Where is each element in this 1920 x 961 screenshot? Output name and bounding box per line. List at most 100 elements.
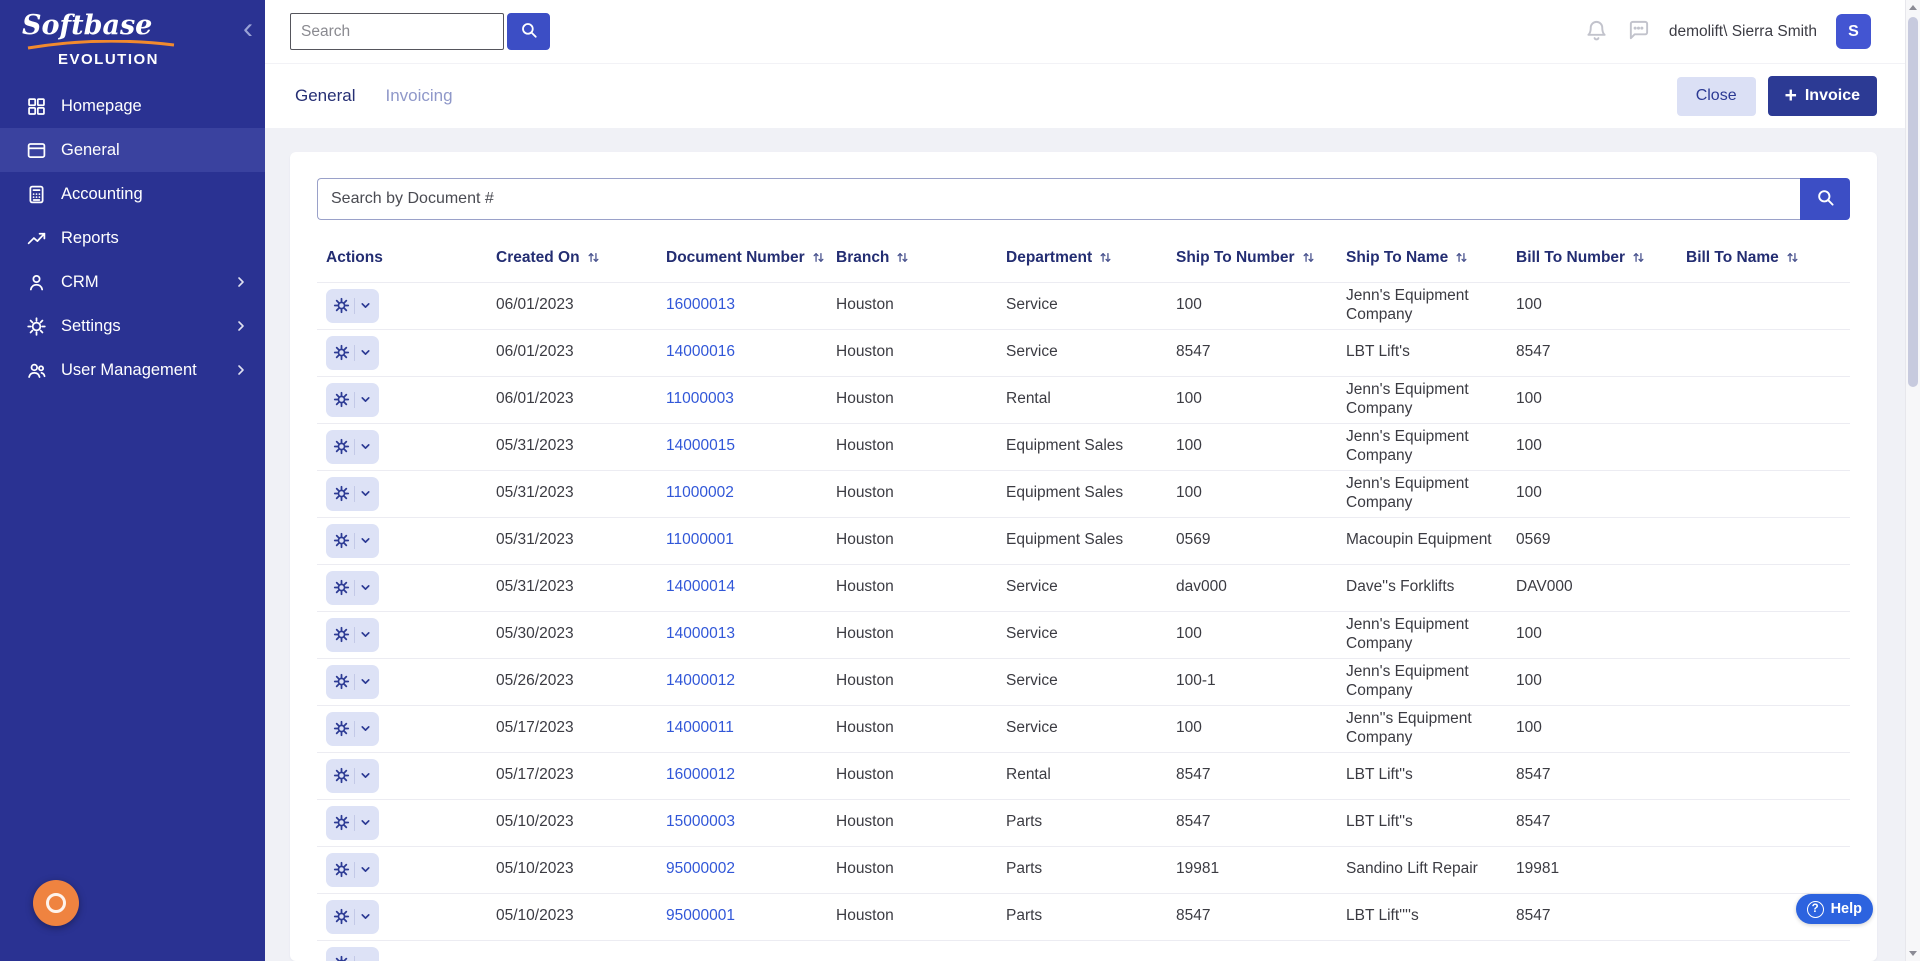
- gear-icon[interactable]: [333, 814, 350, 831]
- gear-icon[interactable]: [333, 391, 350, 408]
- global-search-input[interactable]: [290, 13, 504, 50]
- row-actions-button[interactable]: [326, 853, 379, 887]
- row-actions-button[interactable]: [326, 806, 379, 840]
- chevron-down-icon[interactable]: [359, 769, 372, 782]
- row-actions-button[interactable]: [326, 383, 379, 417]
- gear-icon[interactable]: [333, 579, 350, 596]
- row-actions-button[interactable]: [326, 665, 379, 699]
- sort-icon[interactable]: [587, 251, 600, 264]
- gear-icon[interactable]: [333, 720, 350, 737]
- row-actions-button[interactable]: [326, 759, 379, 793]
- row-actions-button[interactable]: [326, 477, 379, 511]
- document-number-link[interactable]: 16000012: [666, 766, 735, 783]
- sort-icon[interactable]: [1302, 251, 1315, 264]
- chevron-down-icon[interactable]: [359, 628, 372, 641]
- row-actions-button[interactable]: [326, 712, 379, 746]
- chevron-down-icon[interactable]: [359, 675, 372, 688]
- document-number-link[interactable]: 14000015: [666, 437, 735, 454]
- document-search-input[interactable]: [317, 178, 1800, 220]
- row-actions-button[interactable]: [326, 289, 379, 323]
- document-number-link[interactable]: 14000013: [666, 625, 735, 642]
- sort-icon[interactable]: [812, 251, 825, 264]
- chevron-down-icon[interactable]: [359, 581, 372, 594]
- sidebar-item-general[interactable]: General: [0, 128, 265, 172]
- sidebar-item-homepage[interactable]: Homepage: [0, 84, 265, 128]
- sidebar-item-accounting[interactable]: Accounting: [0, 172, 265, 216]
- gear-icon[interactable]: [333, 297, 350, 314]
- gear-icon[interactable]: [333, 626, 350, 643]
- column-header-branch[interactable]: Branch: [827, 242, 997, 282]
- chevron-down-icon[interactable]: [359, 440, 372, 453]
- document-number-link[interactable]: 11000002: [666, 484, 734, 501]
- row-actions-button[interactable]: [326, 524, 379, 558]
- global-search-button[interactable]: [507, 13, 550, 50]
- add-invoice-button[interactable]: + Invoice: [1768, 76, 1877, 116]
- column-header-bill-to-number[interactable]: Bill To Number: [1507, 242, 1677, 282]
- column-header-bill-to-name[interactable]: Bill To Name: [1677, 242, 1850, 282]
- document-number-link[interactable]: 14000012: [666, 672, 735, 689]
- column-header-created-on[interactable]: Created On: [487, 242, 657, 282]
- chevron-down-icon[interactable]: [359, 487, 372, 500]
- chat-launcher-button[interactable]: [33, 880, 79, 926]
- sidebar-item-user-management[interactable]: User Management: [0, 348, 265, 392]
- sort-icon[interactable]: [1632, 251, 1645, 264]
- column-header-department[interactable]: Department: [997, 242, 1167, 282]
- document-number-link[interactable]: 14000014: [666, 578, 735, 595]
- chevron-down-icon[interactable]: [359, 910, 372, 923]
- row-actions-button[interactable]: [326, 900, 379, 934]
- tab-invoicing[interactable]: Invoicing: [385, 86, 452, 106]
- close-button[interactable]: Close: [1677, 77, 1756, 116]
- sidebar-item-reports[interactable]: Reports: [0, 216, 265, 260]
- document-number-link[interactable]: 15000003: [666, 813, 735, 830]
- column-header-ship-to-name[interactable]: Ship To Name: [1337, 242, 1507, 282]
- gear-icon[interactable]: [333, 673, 350, 690]
- gear-icon[interactable]: [333, 908, 350, 925]
- document-number-link[interactable]: 11000001: [666, 531, 734, 548]
- column-header-document-number[interactable]: Document Number: [657, 242, 827, 282]
- chevron-down-icon[interactable]: [359, 722, 372, 735]
- row-actions-button[interactable]: [326, 430, 379, 464]
- sidebar-item-crm[interactable]: CRM: [0, 260, 265, 304]
- document-number-link[interactable]: 95000001: [666, 907, 735, 924]
- gear-icon[interactable]: [333, 485, 350, 502]
- row-actions-button[interactable]: [326, 618, 379, 652]
- chevron-down-icon[interactable]: [359, 393, 372, 406]
- row-actions-button[interactable]: [326, 947, 379, 961]
- chevron-down-icon[interactable]: [359, 816, 372, 829]
- chevron-down-icon[interactable]: [359, 957, 372, 961]
- gear-icon[interactable]: [333, 344, 350, 361]
- gear-icon[interactable]: [333, 532, 350, 549]
- chevron-down-icon[interactable]: [359, 534, 372, 547]
- scrollbar-thumb[interactable]: [1908, 17, 1918, 387]
- sort-icon[interactable]: [1099, 251, 1112, 264]
- vertical-scrollbar[interactable]: [1905, 0, 1920, 961]
- messages-button[interactable]: [1627, 19, 1650, 45]
- notifications-button[interactable]: [1585, 19, 1608, 45]
- sidebar-collapse-icon[interactable]: ‹: [243, 14, 253, 44]
- tab-general[interactable]: General: [295, 86, 355, 106]
- scroll-up-arrow[interactable]: [1906, 0, 1920, 15]
- sort-icon[interactable]: [1455, 251, 1468, 264]
- document-search-button[interactable]: [1800, 178, 1850, 220]
- document-number-link[interactable]: 14000011: [666, 719, 734, 736]
- scroll-down-arrow[interactable]: [1906, 946, 1920, 961]
- row-actions-button[interactable]: [326, 336, 379, 370]
- gear-icon[interactable]: [333, 861, 350, 878]
- column-header-ship-to-number[interactable]: Ship To Number: [1167, 242, 1337, 282]
- gear-icon[interactable]: [333, 438, 350, 455]
- row-actions-button[interactable]: [326, 571, 379, 605]
- chevron-down-icon[interactable]: [359, 299, 372, 312]
- gear-icon[interactable]: [333, 767, 350, 784]
- sort-icon[interactable]: [896, 251, 909, 264]
- document-number-link[interactable]: 16000013: [666, 296, 735, 313]
- avatar[interactable]: S: [1836, 14, 1871, 49]
- gear-icon[interactable]: [333, 955, 350, 961]
- document-number-link[interactable]: 11000003: [666, 390, 734, 407]
- sort-icon[interactable]: [1786, 251, 1799, 264]
- sidebar-item-settings[interactable]: Settings: [0, 304, 265, 348]
- document-number-link[interactable]: 14000016: [666, 343, 735, 360]
- document-number-link[interactable]: 95000002: [666, 860, 735, 877]
- help-button[interactable]: ? Help: [1796, 894, 1873, 924]
- chevron-down-icon[interactable]: [359, 863, 372, 876]
- chevron-down-icon[interactable]: [359, 346, 372, 359]
